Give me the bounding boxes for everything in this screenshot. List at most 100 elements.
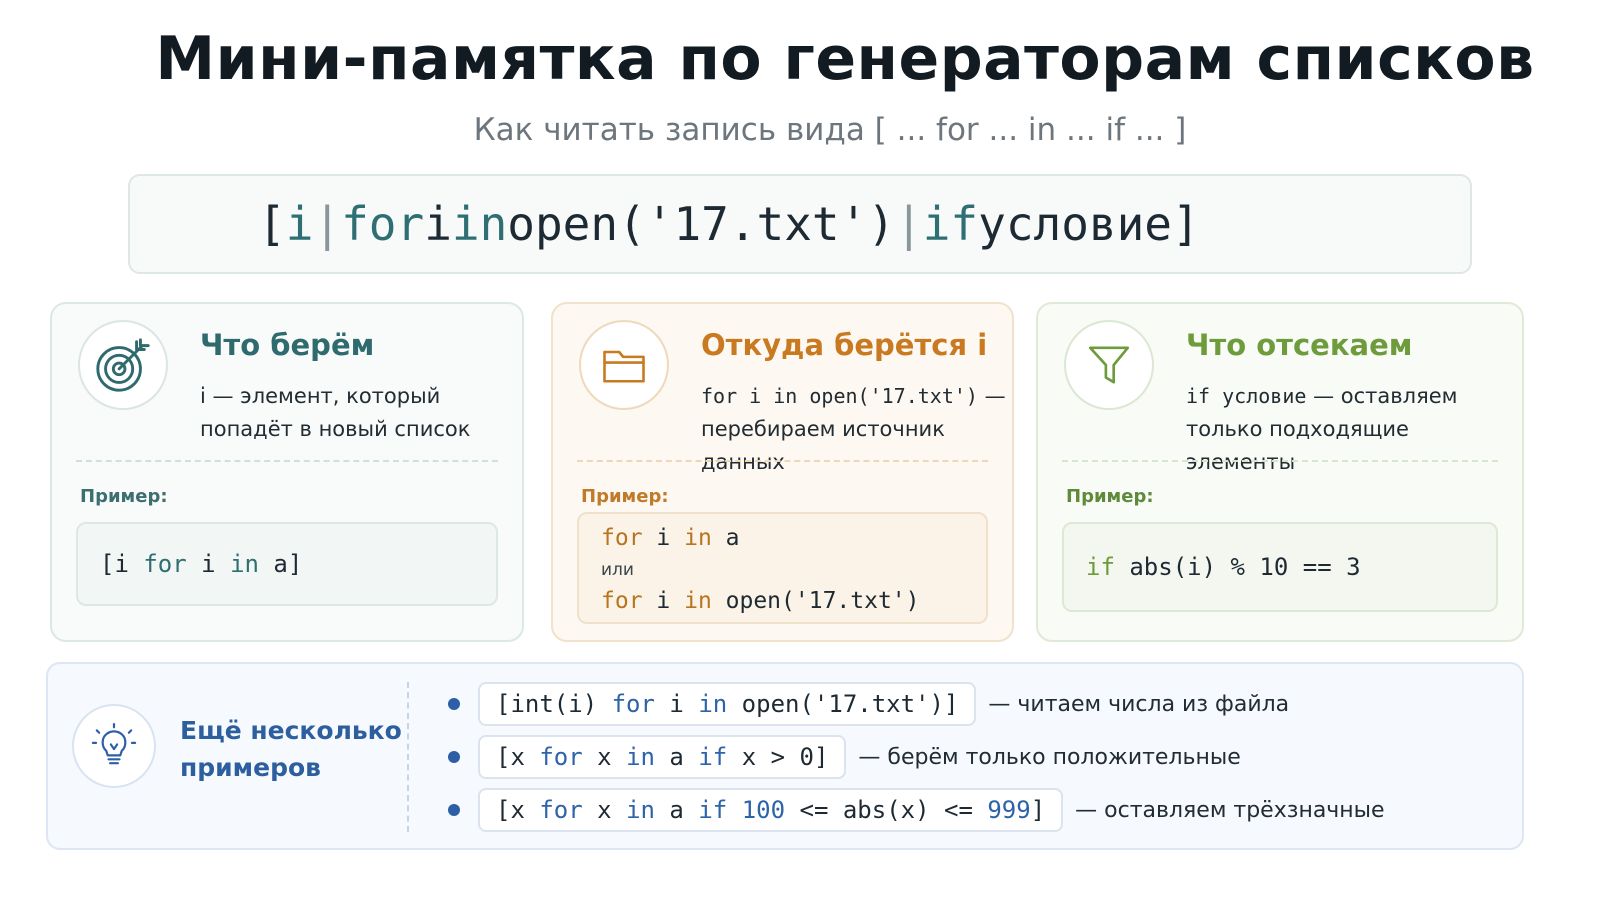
card-filter: Что отсекаем if условие — оставляем толь… xyxy=(1036,302,1524,642)
card-desc-line: только подходящие элементы xyxy=(1186,417,1409,474)
divider xyxy=(76,460,498,462)
code-keyword-in: in xyxy=(626,796,655,824)
card-desc-line: попадёт в новый список xyxy=(200,417,471,441)
code-keyword-for: for xyxy=(539,796,583,824)
formula-for-keyword: for xyxy=(341,197,425,251)
code-text: open('17.txt') xyxy=(711,588,920,614)
page-title: Мини-памятка по генераторам списков xyxy=(155,24,1535,94)
title-line: Ещё несколько xyxy=(180,716,402,745)
code-text: i xyxy=(654,690,699,718)
code-example: if abs(i) % 10 == 3 xyxy=(1062,522,1498,612)
formula-close-bracket: ] xyxy=(1172,197,1200,251)
divider xyxy=(577,460,988,462)
code-keyword-in: in xyxy=(698,690,728,718)
code-text: [int(i) xyxy=(496,690,612,718)
vertical-divider xyxy=(407,682,409,832)
code-keyword-in: in xyxy=(684,525,712,551)
lightbulb-icon xyxy=(72,704,156,788)
code-keyword-for: for xyxy=(539,743,583,771)
card-title: Что отсекаем xyxy=(1186,328,1413,362)
bullet-icon xyxy=(448,698,460,710)
inline-code: if условие xyxy=(1186,384,1307,408)
example-label: Пример: xyxy=(80,486,168,507)
bullet-icon xyxy=(448,804,460,816)
formula-separator: | xyxy=(313,197,342,251)
formula-condition: условие xyxy=(978,197,1172,251)
page-subtitle: Как читать запись вида [ ... for ... in … xyxy=(473,112,1187,148)
code-example: [int(i) for i in open('17.txt')] xyxy=(478,682,977,726)
divider xyxy=(1062,460,1498,462)
filter-icon xyxy=(1064,320,1154,410)
code-text: [x xyxy=(496,796,540,824)
formula-in-keyword: in xyxy=(451,197,508,251)
title-line: примеров xyxy=(180,753,321,782)
list-item: [x for x in a if x > 0] — берём только п… xyxy=(448,735,1241,779)
code-text: i xyxy=(186,550,231,578)
formula-separator: | xyxy=(895,197,923,251)
more-examples-panel: Ещё несколько примеров [int(i) for i in … xyxy=(46,662,1524,850)
code-keyword-if: if xyxy=(1086,553,1115,581)
card-desc-text: — xyxy=(977,384,1006,408)
formula-item: i xyxy=(285,197,314,251)
code-example: [x for x in a if 100 <= abs(x) <= 999] xyxy=(478,788,1064,832)
code-text: x xyxy=(582,796,627,824)
code-text: a] xyxy=(258,550,303,578)
card-description: for i in open('17.txt') — перебираем ист… xyxy=(701,380,1012,479)
code-number: 100 xyxy=(741,796,786,824)
code-keyword-for: for xyxy=(601,588,643,614)
code-line: for i in open('17.txt') xyxy=(601,585,964,618)
card-desc-text: — оставляем xyxy=(1306,384,1458,408)
card-desc-line: for i in open('17.txt') — xyxy=(701,380,1012,413)
formula-if-keyword: if xyxy=(922,197,979,251)
formula-banner: [ i | for i in open('17.txt') | if услов… xyxy=(128,174,1472,274)
code-keyword-in: in xyxy=(230,550,259,578)
code-text: [i xyxy=(100,550,144,578)
code-example: for i in a или for i in open('17.txt') xyxy=(577,512,988,624)
example-note: — берём только положительные xyxy=(858,744,1241,770)
card-take: Что берём i — элемент, который попадёт в… xyxy=(50,302,524,642)
code-keyword-for: for xyxy=(611,690,655,718)
card-source: Откуда берётся i for i in open('17.txt')… xyxy=(551,302,1014,642)
code-keyword-if: if xyxy=(698,796,728,824)
code-text: x > 0] xyxy=(727,743,829,771)
card-description: if условие — оставляем только подходящие… xyxy=(1186,380,1522,479)
code-line: for i in a xyxy=(601,522,964,555)
code-text: i xyxy=(642,588,685,614)
code-text: a xyxy=(654,796,699,824)
target-icon xyxy=(78,320,168,410)
code-text: abs(i) % 10 == 3 xyxy=(1114,553,1361,581)
bullet-icon xyxy=(448,751,460,763)
code-example: [i for i in a] xyxy=(76,522,498,606)
code-text: i xyxy=(642,525,685,551)
formula-source: open('17.txt') xyxy=(507,197,896,251)
example-note: — читаем числа из файла xyxy=(988,691,1290,717)
card-desc-line: if условие — оставляем xyxy=(1186,380,1522,413)
list-item: [int(i) for i in open('17.txt')] — читае… xyxy=(448,682,1289,726)
formula-open-bracket: [ xyxy=(258,197,286,251)
code-text: ] xyxy=(1030,796,1046,824)
list-item: [x for x in a if 100 <= abs(x) <= 999] —… xyxy=(448,788,1385,832)
code-keyword-for: for xyxy=(601,525,643,551)
code-text: [x xyxy=(496,743,540,771)
or-text: или xyxy=(601,560,634,580)
code-text: x xyxy=(582,743,627,771)
code-keyword-in: in xyxy=(684,588,712,614)
code-example: [x for x in a if x > 0] xyxy=(478,735,847,779)
example-note: — оставляем трёхзначные xyxy=(1075,797,1385,823)
example-label: Пример: xyxy=(581,486,669,507)
card-title: Что берём xyxy=(200,328,375,362)
code-text: a xyxy=(711,525,740,551)
more-examples-title: Ещё несколько примеров xyxy=(180,712,402,786)
formula-variable: i xyxy=(424,197,452,251)
inline-code: for i in open('17.txt') xyxy=(701,384,978,408)
code-keyword-if: if xyxy=(698,743,728,771)
card-description: i — элемент, который попадёт в новый спи… xyxy=(200,380,470,446)
example-label: Пример: xyxy=(1066,486,1154,507)
code-text: open('17.txt')] xyxy=(727,690,959,718)
code-number: 999 xyxy=(987,796,1031,824)
code-text: <= abs(x) <= xyxy=(785,796,988,824)
folder-icon xyxy=(579,320,669,410)
code-text: a xyxy=(654,743,699,771)
code-keyword-in: in xyxy=(626,743,655,771)
